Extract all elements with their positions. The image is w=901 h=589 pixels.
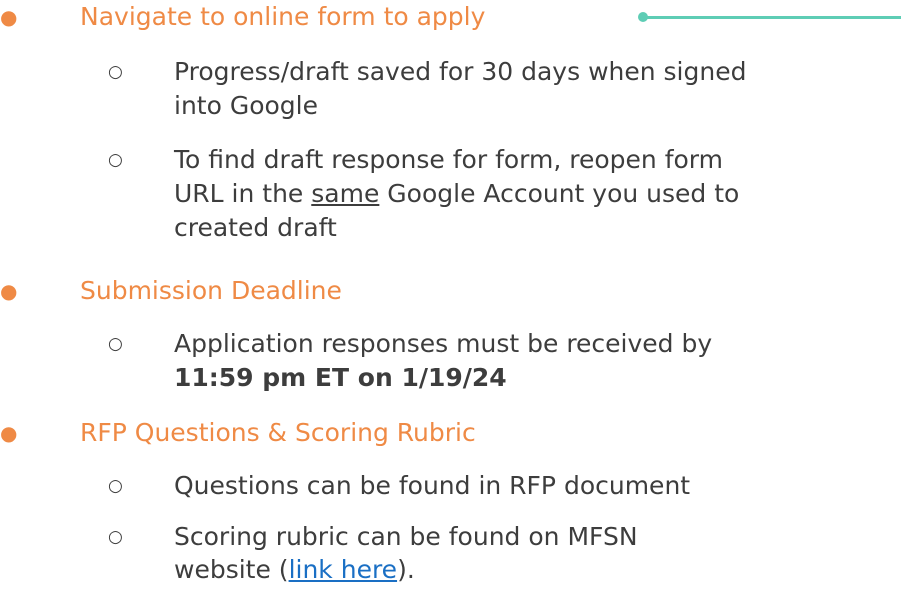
text-part: website ( (174, 555, 289, 584)
list-item-text: Questions can be found in RFP document (174, 471, 691, 500)
connector-decoration (638, 12, 901, 22)
bullet-hollow-circle-icon: ○ (108, 62, 123, 82)
bullet-hollow-circle-icon: ○ (108, 150, 123, 170)
bullet-filled-circle-icon: ● (0, 5, 18, 29)
list-item-text: URL in the same Google Account you used … (174, 177, 901, 211)
deadline-date: 11:59 pm ET on 1/19/24 (174, 363, 507, 392)
connector-line (646, 15, 901, 19)
list-item-text: into Google (174, 91, 318, 120)
rubric-link[interactable]: link here (289, 555, 398, 584)
bullet-hollow-circle-icon: ○ (108, 476, 123, 496)
bullet-filled-circle-icon: ● (0, 421, 18, 445)
underlined-emphasis: same (311, 179, 380, 208)
text-part: Google Account you used to (379, 179, 740, 208)
list-item-text: Application responses must be received b… (174, 329, 713, 358)
text-part: URL in the (174, 179, 312, 208)
list-item-text: To find draft response for form, reopen … (174, 145, 723, 174)
heading-text: Navigate to online form to apply (80, 2, 486, 31)
bullet-hollow-circle-icon: ○ (108, 527, 123, 547)
text-part: ). (397, 555, 415, 584)
heading-text: RFP Questions & Scoring Rubric (80, 418, 476, 447)
list-item-text: Scoring rubric can be found on MFSN (174, 522, 638, 551)
list-item-text: Progress/draft saved for 30 days when si… (174, 57, 747, 86)
bullet-filled-circle-icon: ● (0, 279, 18, 303)
list-item-text: created draft (174, 213, 337, 242)
heading-text: Submission Deadline (80, 276, 342, 305)
list-item-text: website (link here). (174, 553, 901, 587)
slide: ● Navigate to online form to apply ○ Pro… (0, 0, 901, 589)
bullet-hollow-circle-icon: ○ (108, 334, 123, 354)
